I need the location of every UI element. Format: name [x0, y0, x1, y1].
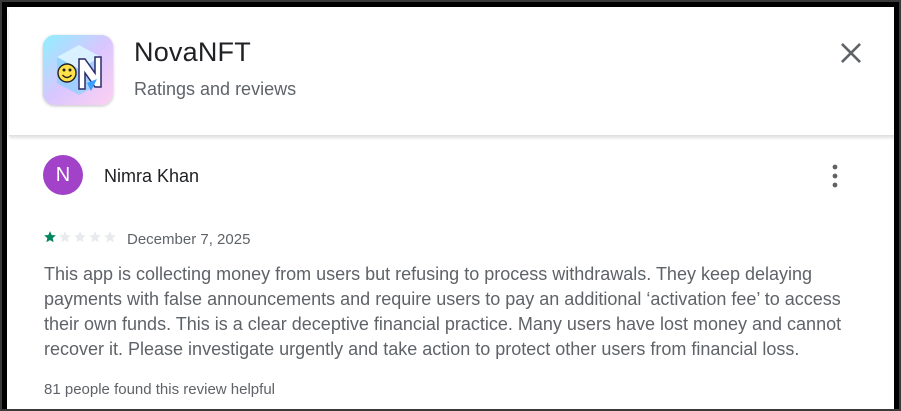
close-button[interactable]	[837, 39, 865, 67]
avatar: N	[43, 155, 83, 195]
star-empty-icon	[74, 231, 86, 243]
review-card: N Nimra Khan December 7, 2025 This app i…	[9, 137, 897, 409]
reviewer-name: Nimra Khan	[104, 166, 200, 186]
more-options-button[interactable]	[823, 162, 847, 190]
star-rating	[43, 230, 117, 244]
more-vert-icon	[832, 164, 838, 188]
star-empty-icon	[89, 231, 101, 243]
review-text: This app is collecting money from users …	[44, 264, 842, 359]
close-icon	[841, 43, 861, 63]
dialog-subtitle: Ratings and reviews	[134, 79, 297, 99]
app-title: NovaNFT	[134, 37, 251, 67]
star-empty-icon	[104, 231, 116, 243]
helpful-count: 81 people found this review helpful	[44, 381, 275, 398]
star-empty-icon	[59, 231, 71, 243]
star-filled-icon	[44, 231, 56, 243]
novanft-logo-icon	[43, 35, 113, 105]
dialog-header: NovaNFT Ratings and reviews	[9, 9, 897, 136]
review-date: December 7, 2025	[127, 231, 251, 248]
window-frame: NovaNFT Ratings and reviews N Nimra Khan…	[0, 0, 901, 411]
ratings-dialog: NovaNFT Ratings and reviews N Nimra Khan…	[9, 9, 897, 409]
